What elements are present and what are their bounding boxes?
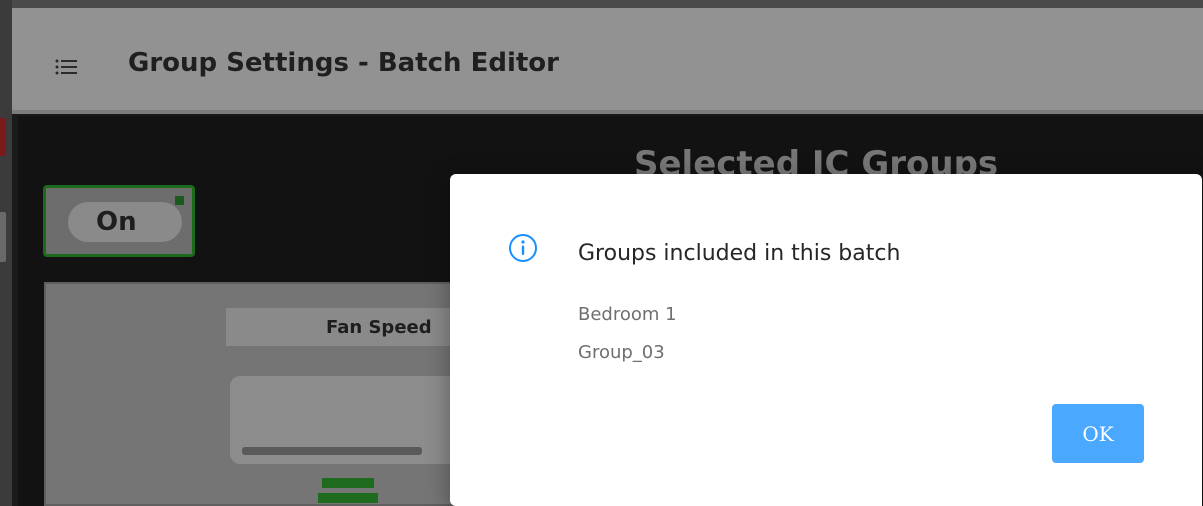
list-item: Bedroom 1 [578, 304, 677, 325]
dialog-title: Groups included in this batch [578, 241, 901, 266]
info-circle-icon [509, 234, 537, 262]
group-list: Bedroom 1 Group_03 [578, 296, 677, 372]
list-item: Group_03 [578, 342, 665, 363]
ok-button[interactable]: OK [1052, 404, 1144, 463]
info-dialog: Groups included in this batch Bedroom 1 … [450, 174, 1202, 506]
